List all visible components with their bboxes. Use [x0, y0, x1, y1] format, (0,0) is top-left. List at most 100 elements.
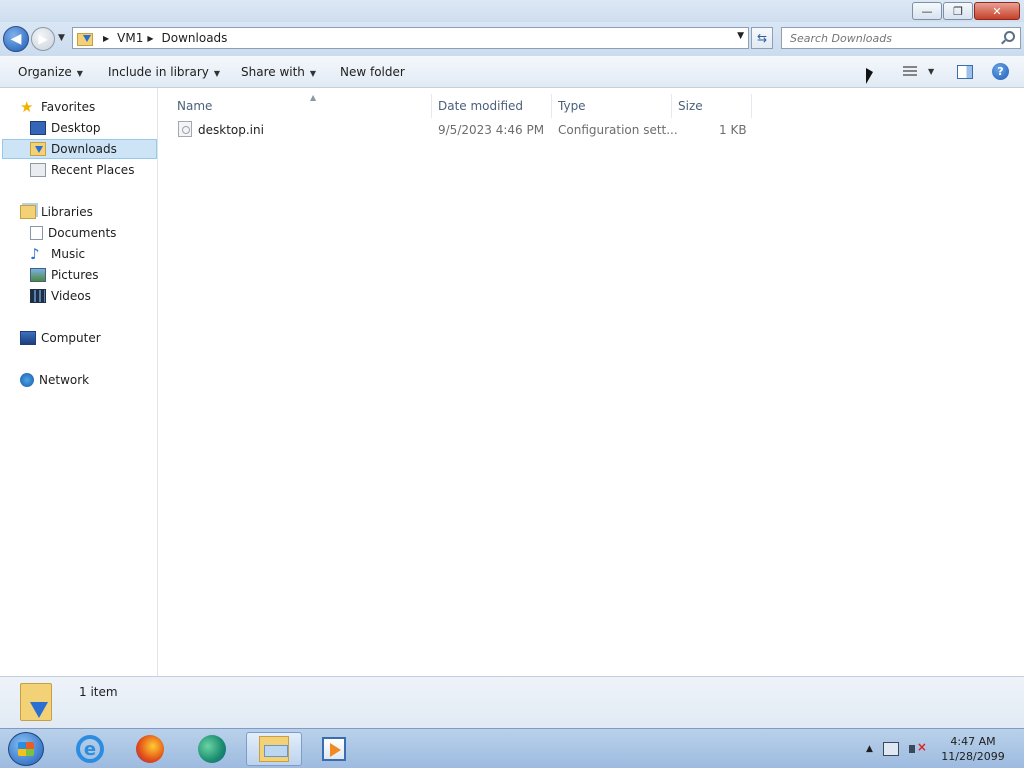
details-pane: 1 item: [0, 676, 1024, 728]
nav-favorites[interactable]: ★ Favorites: [20, 97, 176, 117]
nav-desktop[interactable]: Desktop: [30, 118, 156, 138]
nav-label: Videos: [51, 289, 91, 303]
start-button[interactable]: [8, 732, 44, 766]
nav-label: Favorites: [41, 100, 96, 114]
recent-places-icon: [30, 163, 46, 177]
nav-recent-places[interactable]: Recent Places: [30, 160, 156, 180]
column-label: Type: [558, 99, 586, 113]
breadcrumb-downloads[interactable]: Downloads: [162, 31, 228, 45]
window-controls: — ❐ ✕: [912, 2, 1020, 20]
network-status-icon[interactable]: [882, 742, 899, 756]
nav-label: Documents: [48, 226, 117, 240]
close-button[interactable]: ✕: [974, 2, 1020, 20]
nav-libraries[interactable]: Libraries: [20, 202, 176, 222]
item-count: 1 item: [79, 685, 118, 699]
file-explorer-icon: [259, 736, 289, 762]
clock-time: 4:47 AM: [950, 735, 996, 748]
nav-label: Recent Places: [51, 163, 135, 177]
file-date-modified: 9/5/2023 4:46 PM: [438, 123, 545, 137]
computer-icon: [20, 331, 36, 345]
column-label: Name: [177, 99, 213, 113]
volume-muted-icon[interactable]: [908, 740, 927, 756]
preview-pane-icon[interactable]: [957, 65, 973, 79]
recent-pages-dropdown[interactable]: ▼: [58, 33, 65, 43]
restore-button[interactable]: ❐: [943, 2, 973, 20]
nav-label: Network: [39, 373, 90, 387]
chevron-down-icon: ▼: [213, 69, 221, 78]
column-header-name[interactable]: Name ▲: [171, 93, 432, 118]
column-label: Size: [678, 99, 703, 113]
file-type: Configuration sett...: [558, 123, 678, 137]
firefox-icon: [136, 735, 164, 763]
view-options-dropdown[interactable]: ▼: [928, 67, 934, 76]
music-note-icon: ♪: [30, 245, 40, 263]
change-view-icon[interactable]: [903, 66, 917, 78]
column-header-type[interactable]: Type: [552, 94, 672, 118]
taskbar-firefox[interactable]: [122, 732, 178, 766]
nav-label: Downloads: [51, 142, 117, 156]
organize-button[interactable]: Organize ▼: [18, 65, 83, 79]
downloads-folder-icon: [77, 31, 93, 46]
chevron-down-icon: ▼: [76, 69, 83, 78]
new-folder-button[interactable]: New folder: [340, 65, 405, 79]
edge-icon: [198, 735, 226, 763]
nav-documents[interactable]: Documents: [30, 223, 156, 243]
taskbar-media-player[interactable]: [306, 732, 362, 766]
star-icon: ★: [20, 98, 34, 116]
downloads-folder-icon: [30, 142, 46, 156]
libraries-icon: [20, 205, 36, 219]
file-size: 1 KB: [719, 123, 747, 137]
clock-date: 11/28/2099: [941, 750, 1005, 763]
nav-downloads[interactable]: Downloads: [2, 139, 157, 159]
forward-button[interactable]: ▶: [31, 27, 55, 51]
nav-network[interactable]: Network: [20, 370, 176, 390]
internet-explorer-icon: e: [76, 735, 104, 763]
show-hidden-icons-icon[interactable]: ▲: [866, 744, 873, 754]
nav-label: Computer: [41, 331, 101, 345]
nav-label: Libraries: [41, 205, 93, 219]
search-box[interactable]: [781, 27, 1021, 49]
title-bar: — ❐ ✕: [0, 0, 1024, 22]
desktop-icon: [30, 121, 46, 135]
breadcrumb-arrow-icon[interactable]: ▶: [147, 34, 153, 43]
nav-computer[interactable]: Computer: [20, 328, 176, 348]
nav-label: Pictures: [51, 268, 99, 282]
share-with-button[interactable]: Share with ▼: [241, 65, 316, 79]
system-clock[interactable]: 4:47 AM 11/28/2099: [940, 734, 1006, 764]
include-in-library-button[interactable]: Include in library ▼: [108, 65, 220, 79]
documents-icon: [30, 226, 43, 240]
file-name[interactable]: desktop.ini: [198, 123, 264, 137]
address-bar[interactable]: ▶ VM1 ▶ Downloads ▼: [72, 27, 749, 49]
settings-file-icon: [178, 121, 192, 137]
breadcrumb-vm1[interactable]: VM1: [117, 31, 143, 45]
help-icon[interactable]: ?: [992, 63, 1009, 80]
film-strip-icon: [30, 289, 46, 303]
back-button[interactable]: ◀: [3, 26, 29, 52]
nav-videos[interactable]: Videos: [30, 286, 156, 306]
taskbar-internet-explorer[interactable]: e: [62, 732, 118, 766]
minimize-button[interactable]: —: [912, 2, 942, 20]
column-header-size[interactable]: Size: [672, 94, 752, 118]
column-header-date-modified[interactable]: Date modified: [432, 94, 552, 118]
taskbar-edge[interactable]: [184, 732, 240, 766]
search-input[interactable]: [790, 31, 1000, 45]
search-icon[interactable]: [1004, 31, 1015, 42]
system-tray: ▲: [866, 729, 927, 768]
navigation-bar: ◀ ▶ ▼ ▶ VM1 ▶ Downloads ▼ ⇆: [0, 22, 1024, 56]
pictures-icon: [30, 268, 46, 282]
include-in-library-label: Include in library: [108, 65, 209, 79]
address-history-dropdown[interactable]: ▼: [737, 31, 744, 41]
refresh-button[interactable]: ⇆: [751, 27, 773, 49]
forward-arrow-icon: ▶: [38, 32, 48, 46]
taskbar-windows-explorer[interactable]: [246, 732, 302, 766]
sort-ascending-icon: ▲: [310, 93, 317, 102]
column-label: Date modified: [438, 99, 524, 113]
refresh-icon: ⇆: [756, 31, 768, 45]
media-player-icon: [322, 737, 346, 761]
nav-pictures[interactable]: Pictures: [30, 265, 156, 285]
nav-music[interactable]: ♪ Music: [30, 244, 156, 264]
network-globe-icon: [20, 373, 34, 387]
downloads-folder-icon: [20, 683, 52, 721]
nav-label: Music: [51, 247, 86, 261]
breadcrumb-arrow-icon[interactable]: ▶: [103, 34, 109, 43]
